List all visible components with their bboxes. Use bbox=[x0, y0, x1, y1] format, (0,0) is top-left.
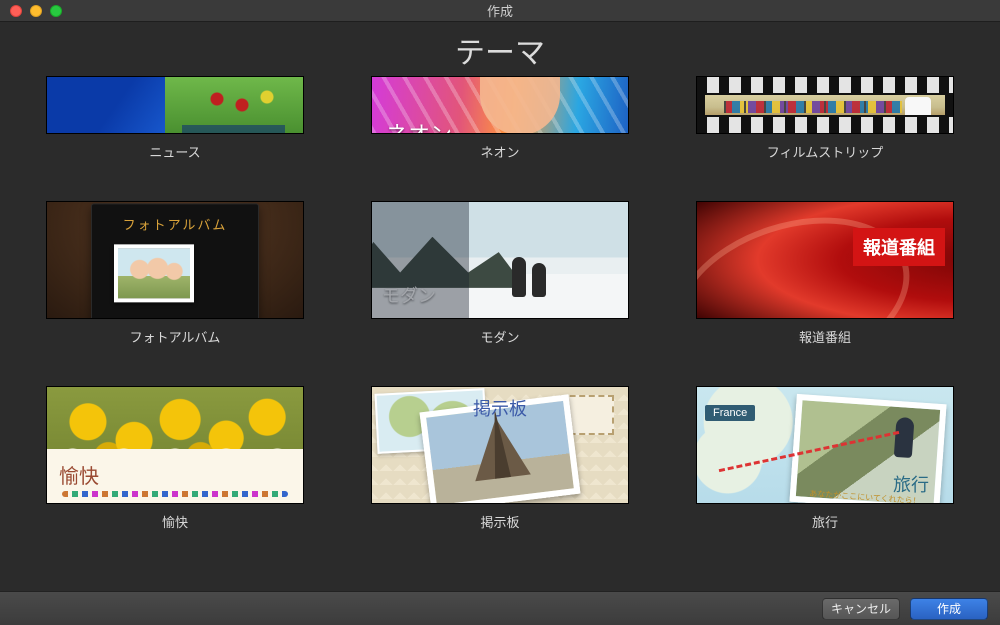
thumb-overlay-text: ネオン bbox=[386, 117, 452, 134]
theme-thumb-photoalbum: フォトアルバム bbox=[46, 201, 304, 319]
theme-bulletin[interactable]: 掲示板 掲示板 bbox=[371, 386, 629, 531]
photo-icon bbox=[114, 244, 194, 302]
thumb-overlay-text: 旅行 bbox=[893, 471, 929, 497]
footer: キャンセル 作成 bbox=[0, 591, 1000, 625]
close-icon[interactable] bbox=[10, 5, 22, 17]
titlebar: 作成 bbox=[0, 0, 1000, 22]
photo-album-icon: フォトアルバム bbox=[91, 203, 259, 319]
filmstrip-frame bbox=[705, 95, 945, 115]
theme-label: ネオン bbox=[480, 142, 519, 161]
thumb-overlay-text: ニュース bbox=[182, 125, 285, 134]
theme-thumb-filmstrip bbox=[696, 76, 954, 134]
window-title: 作成 bbox=[0, 1, 1000, 20]
theme-thumb-bulletin: 掲示板 bbox=[371, 386, 629, 504]
theme-photoalbum[interactable]: フォトアルバム フォトアルバム bbox=[46, 201, 304, 346]
theme-thumb-news: ニュース bbox=[46, 76, 304, 134]
theme-neon[interactable]: ネオン ネオン bbox=[371, 76, 629, 161]
window-controls bbox=[0, 5, 62, 17]
theme-label: 報道番組 bbox=[799, 327, 851, 346]
theme-cheerful[interactable]: 愉快 愉快 bbox=[46, 386, 304, 531]
travel-tag: France bbox=[705, 405, 755, 421]
theme-thumb-travel: France あなたがここにいてくれたら！ 旅行 bbox=[696, 386, 954, 504]
theme-label: 旅行 bbox=[812, 512, 838, 531]
theme-label: ニュース bbox=[149, 142, 200, 161]
theme-modern[interactable]: モダン モダン bbox=[371, 201, 629, 346]
theme-label: 愉快 bbox=[162, 512, 188, 531]
thumb-overlay-text: 掲示板 bbox=[473, 395, 527, 421]
theme-newsshow[interactable]: 報道番組 報道番組 bbox=[696, 201, 954, 346]
theme-thumb-cheerful: 愉快 bbox=[46, 386, 304, 504]
section-heading: テーマ bbox=[0, 28, 1000, 72]
cancel-button[interactable]: キャンセル bbox=[822, 598, 900, 620]
theme-grid: ニュース ニュース ネオン ネオン フィルムストリップ フォトアルバム フォトア… bbox=[0, 76, 1000, 531]
minimize-icon[interactable] bbox=[30, 5, 42, 17]
theme-thumb-newsshow: 報道番組 bbox=[696, 201, 954, 319]
theme-filmstrip[interactable]: フィルムストリップ bbox=[696, 76, 954, 161]
theme-label: フォトアルバム bbox=[130, 327, 221, 346]
thumb-overlay-text: 報道番組 bbox=[853, 228, 945, 266]
theme-label: モダン bbox=[480, 327, 519, 346]
filmstrip-icon bbox=[697, 77, 953, 133]
people-icon bbox=[506, 251, 556, 297]
thumb-overlay-text: モダン bbox=[382, 282, 436, 308]
theme-news[interactable]: ニュース ニュース bbox=[46, 76, 304, 161]
thumb-overlay-text: 愉快 bbox=[59, 460, 99, 489]
theme-thumb-modern: モダン bbox=[371, 201, 629, 319]
theme-label: 掲示板 bbox=[480, 512, 519, 531]
thumb-overlay-text: フォトアルバム bbox=[92, 214, 258, 233]
create-button[interactable]: 作成 bbox=[910, 598, 988, 620]
theme-thumb-neon: ネオン bbox=[371, 76, 629, 134]
theme-label: フィルムストリップ bbox=[767, 142, 883, 161]
theme-travel[interactable]: France あなたがここにいてくれたら！ 旅行 旅行 bbox=[696, 386, 954, 531]
zoom-icon[interactable] bbox=[50, 5, 62, 17]
